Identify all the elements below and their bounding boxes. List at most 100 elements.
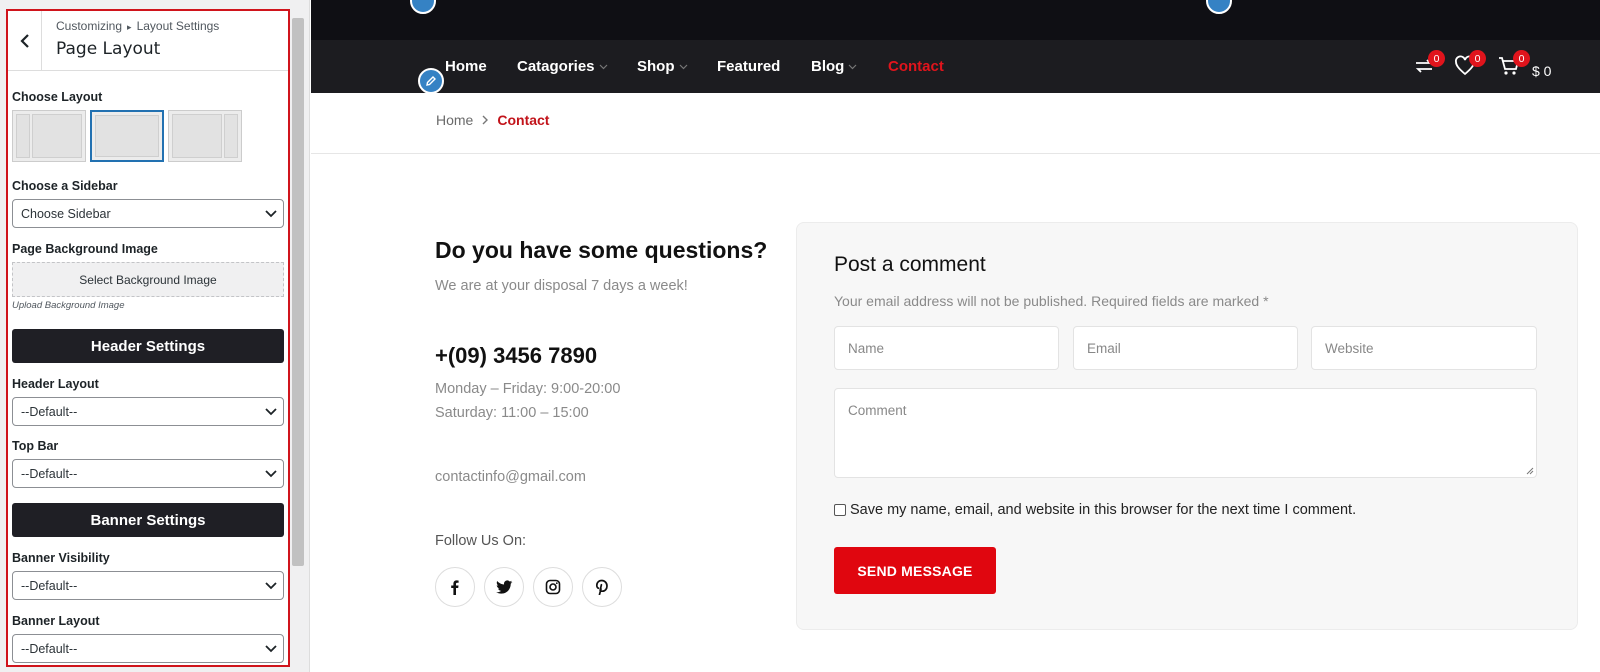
header-settings-heading: Header Settings	[12, 329, 284, 363]
compare-button[interactable]: 0	[1412, 50, 1445, 83]
nav-contact[interactable]: Contact	[888, 40, 944, 93]
layout-right-sidebar[interactable]	[168, 110, 242, 162]
page-breadcrumb: Home Contact	[436, 112, 549, 128]
banner-layout-label: Banner Layout	[12, 614, 100, 628]
resize-handle-icon[interactable]	[1526, 467, 1534, 475]
choose-layout-label: Choose Layout	[12, 90, 103, 104]
comment-form-title: Post a comment	[834, 253, 986, 276]
chevron-down-icon	[265, 470, 277, 478]
chevron-down-icon	[265, 582, 277, 590]
top-bar-value: --Default--	[21, 467, 78, 481]
crumb-layout-settings: Layout Settings	[136, 19, 220, 33]
chevron-down-icon	[679, 64, 687, 69]
contact-email[interactable]: contactinfo@gmail.com	[435, 469, 586, 485]
instagram-icon	[545, 579, 561, 595]
header-layout-select[interactable]: --Default--	[12, 397, 284, 426]
nav-featured[interactable]: Featured	[717, 40, 780, 93]
top-bar	[311, 0, 1600, 40]
send-message-button[interactable]: SEND MESSAGE	[834, 547, 996, 594]
twitter-icon	[495, 579, 512, 594]
customizer-panel: Customizing ▸ Layout Settings Page Layout …	[0, 0, 310, 672]
bg-image-label: Page Background Image	[12, 242, 158, 256]
comment-form: Post a comment Your email address will n…	[796, 222, 1578, 630]
wishlist-button[interactable]: 0	[1453, 50, 1486, 83]
comment-form-note: Your email address will not be published…	[834, 293, 1269, 309]
email-field[interactable]: Email	[1073, 326, 1298, 370]
comment-placeholder: Comment	[848, 403, 907, 418]
nav-contact-label: Contact	[888, 58, 944, 75]
hours-weekday: Monday – Friday: 9:00-20:00	[435, 381, 621, 397]
nav-shop[interactable]: Shop	[637, 40, 688, 93]
customizer-breadcrumb: Customizing ▸ Layout Settings	[56, 19, 219, 33]
name-placeholder: Name	[848, 341, 885, 356]
nav-blog[interactable]: Blog	[811, 40, 857, 93]
save-info-checkbox[interactable]	[834, 504, 846, 516]
select-background-button[interactable]: Select Background Image	[12, 262, 284, 297]
pencil-edit-icon[interactable]	[418, 68, 444, 94]
top-bar-label: Top Bar	[12, 439, 59, 453]
nav-home[interactable]: Home	[445, 40, 487, 93]
breadcrumb-home[interactable]: Home	[436, 112, 473, 128]
chevron-down-icon	[265, 645, 277, 653]
customizer-header: Customizing ▸ Layout Settings Page Layout	[8, 11, 288, 71]
scrollbar-thumb[interactable]	[292, 18, 304, 566]
breadcrumb-current: Contact	[497, 112, 550, 128]
website-field[interactable]: Website	[1311, 326, 1537, 370]
cart-button[interactable]: 0	[1497, 50, 1530, 83]
bg-image-description: Upload Background Image	[12, 300, 125, 311]
chevron-down-icon	[265, 210, 277, 218]
layout-options	[12, 110, 284, 162]
banner-layout-select[interactable]: --Default--	[12, 634, 284, 663]
facebook-button[interactable]	[435, 567, 475, 607]
caret-right-icon: ▸	[127, 22, 132, 32]
nav-featured-label: Featured	[717, 58, 781, 75]
contact-title: Do you have some questions?	[435, 237, 768, 263]
chevron-down-icon	[265, 408, 277, 416]
layout-full-width[interactable]	[90, 110, 164, 162]
chevron-left-icon	[19, 33, 29, 48]
follow-label: Follow Us On:	[435, 533, 527, 549]
edit-shortcut-icon[interactable]	[410, 0, 436, 14]
sidebar-label: Choose a Sidebar	[12, 179, 118, 193]
website-placeholder: Website	[1325, 341, 1374, 356]
top-bar-select[interactable]: --Default--	[12, 459, 284, 488]
twitter-button[interactable]	[484, 567, 524, 607]
site-preview: Home Catagories Shop Featured Blog Conta…	[311, 0, 1600, 672]
edit-shortcut-icon[interactable]	[1206, 0, 1232, 14]
pinterest-icon	[595, 579, 608, 595]
required-mark: *	[1263, 293, 1269, 309]
instagram-button[interactable]	[533, 567, 573, 607]
chevron-down-icon	[599, 64, 607, 69]
banner-visibility-select[interactable]: --Default--	[12, 571, 284, 600]
contact-subtitle: We are at your disposal 7 days a week!	[435, 278, 688, 294]
nav-shop-label: Shop	[637, 58, 675, 75]
back-button[interactable]	[8, 11, 42, 70]
cart-count-badge: 0	[1513, 50, 1530, 67]
layout-left-sidebar[interactable]	[12, 110, 86, 162]
nav-home-label: Home	[445, 58, 487, 75]
panel-title: Page Layout	[56, 39, 161, 59]
banner-settings-heading: Banner Settings	[12, 503, 284, 537]
main-navigation: Home Catagories Shop Featured Blog Conta…	[311, 40, 1600, 94]
banner-layout-value: --Default--	[21, 642, 78, 656]
sidebar-select-value: Choose Sidebar	[21, 207, 111, 221]
crumb-customizing: Customizing	[56, 19, 123, 33]
cart-total: $ 0	[1532, 63, 1552, 79]
nav-blog-label: Blog	[811, 58, 845, 75]
banner-visibility-label: Banner Visibility	[12, 551, 110, 565]
pinterest-button[interactable]	[582, 567, 622, 607]
chevron-down-icon	[848, 64, 857, 69]
wishlist-count-badge: 0	[1469, 50, 1486, 67]
comment-textarea[interactable]: Comment	[834, 388, 1537, 478]
sidebar-select[interactable]: Choose Sidebar	[12, 199, 284, 228]
divider	[311, 153, 1600, 154]
facebook-icon	[451, 580, 459, 595]
nav-catagories[interactable]: Catagories	[517, 40, 608, 93]
save-info-label[interactable]: Save my name, email, and website in this…	[850, 502, 1356, 518]
header-layout-label: Header Layout	[12, 377, 99, 391]
hours-saturday: Saturday: 11:00 – 15:00	[435, 405, 589, 421]
compare-count-badge: 0	[1428, 50, 1445, 67]
comment-note-text: Your email address will not be published…	[834, 293, 1260, 309]
customizer-section: Customizing ▸ Layout Settings Page Layout …	[6, 9, 290, 667]
name-field[interactable]: Name	[834, 326, 1059, 370]
